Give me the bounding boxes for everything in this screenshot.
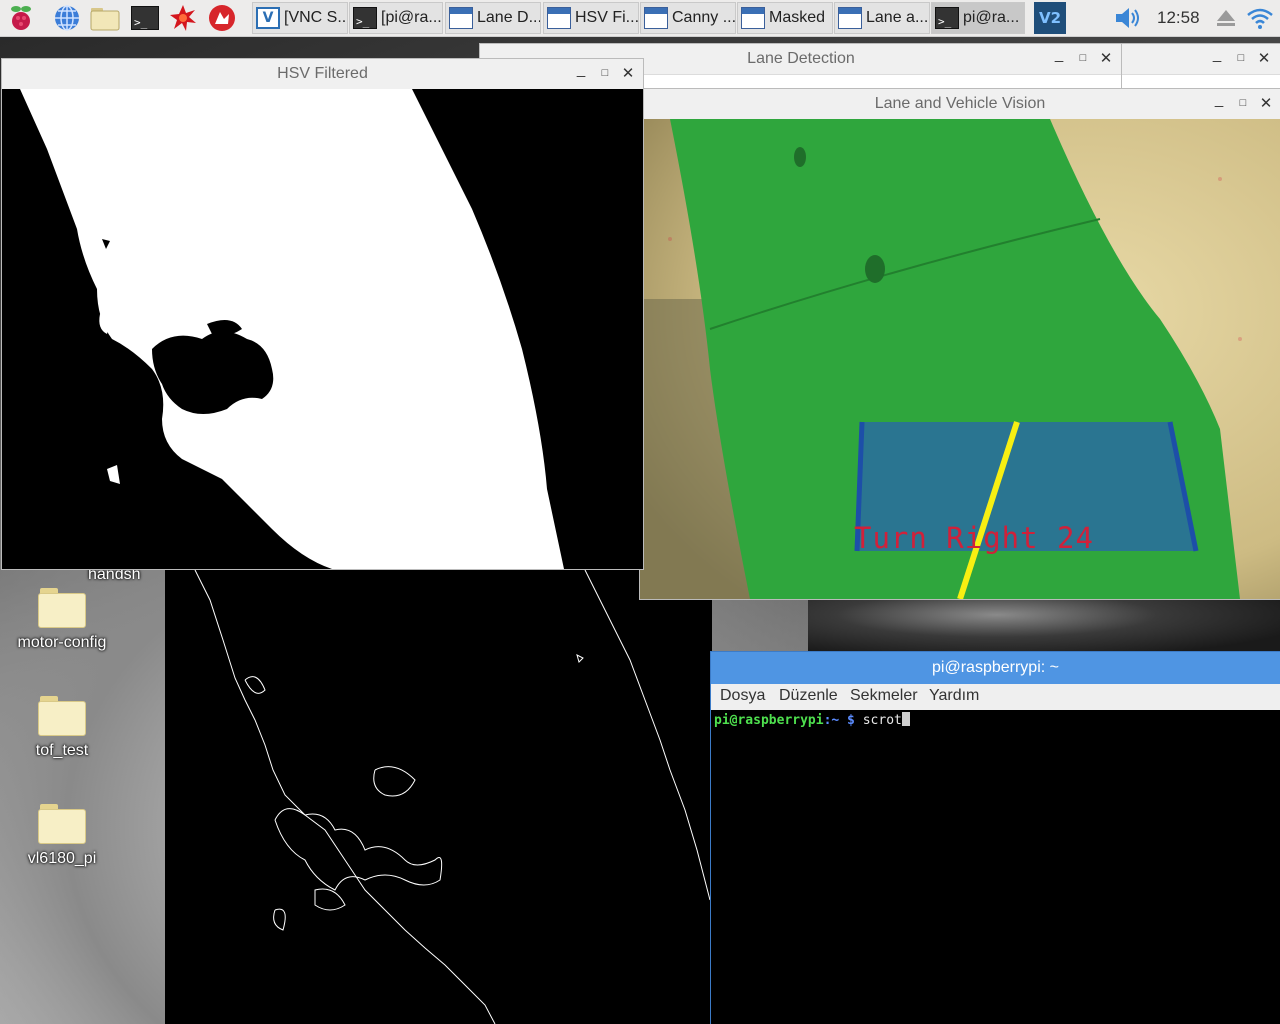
- window-title: HSV Filtered: [277, 65, 368, 82]
- prompt-user: pi@raspberrypi: [714, 713, 824, 728]
- hsv-mask-image: [2, 89, 643, 569]
- window-icon: [449, 7, 473, 29]
- window-title: Lane and Vehicle Vision: [874, 95, 1046, 112]
- steering-overlay-text: Turn Right 24: [854, 521, 1094, 555]
- minimize-button[interactable]: _: [1210, 91, 1228, 108]
- taskbar-button-label: [VNC S...: [284, 9, 348, 26]
- burst-app-icon[interactable]: [168, 3, 198, 33]
- taskbar-button-masked[interactable]: Masked: [737, 2, 833, 34]
- taskbar-button-label: Masked: [769, 9, 826, 26]
- maximize-button[interactable]: □: [1234, 97, 1252, 109]
- minimize-button[interactable]: _: [572, 61, 590, 78]
- taskbar-button-label: [pi@ra...: [381, 9, 442, 26]
- web-browser-icon[interactable]: [52, 3, 82, 33]
- minimize-button[interactable]: _: [1208, 46, 1226, 63]
- terminal-menubar: Dosya Düzenle Sekmeler Yardım: [711, 684, 1280, 711]
- taskbar: >_ V [VNC S... >_ [pi@ra... Lane D... HS…: [0, 0, 1280, 37]
- taskbar-button-label: Lane D...: [477, 9, 541, 26]
- canny-window[interactable]: [165, 560, 712, 1024]
- canny-edges-image: [194, 569, 711, 1024]
- lane-vehicle-titlebar[interactable]: Lane and Vehicle Vision _ □ ✕: [640, 89, 1280, 120]
- taskbar-button-lane-vehicle[interactable]: Lane a...: [834, 2, 930, 34]
- terminal-icon: >_: [353, 7, 377, 29]
- text-cursor: [901, 712, 910, 726]
- background-window-titlebar[interactable]: _ □ ✕: [1122, 44, 1280, 75]
- maximize-button[interactable]: □: [1074, 52, 1092, 64]
- desktop-item-label: motor-config: [17, 634, 107, 651]
- window-icon: [547, 7, 571, 29]
- taskbar-button-terminal-2[interactable]: >_ pi@ra...: [931, 2, 1025, 34]
- close-button[interactable]: ✕: [1255, 49, 1273, 67]
- menu-duzenle[interactable]: Düzenle: [779, 687, 838, 705]
- hsv-filtered-view: [2, 89, 643, 569]
- desktop-item-tof-test[interactable]: tof_test: [12, 696, 112, 760]
- desktop-item-vl6180-pi[interactable]: vl6180_pi: [12, 804, 112, 868]
- terminal-icon: >_: [935, 7, 959, 29]
- eject-icon[interactable]: [1211, 3, 1241, 33]
- taskbar-button-canny[interactable]: Canny ...: [640, 2, 736, 34]
- prompt-path: :~ $: [823, 713, 855, 728]
- folder-icon: [38, 588, 86, 628]
- menu-dosya[interactable]: Dosya: [720, 687, 765, 705]
- desktop-item-label: tof_test: [35, 742, 89, 759]
- window-icon: [838, 7, 862, 29]
- masked-image: [808, 598, 1280, 654]
- volume-icon[interactable]: [1113, 3, 1143, 33]
- terminal-icon[interactable]: >_: [130, 3, 160, 33]
- vnc-icon: V: [256, 7, 280, 29]
- wifi-icon[interactable]: [1245, 3, 1275, 33]
- close-button[interactable]: ✕: [1257, 94, 1275, 112]
- hsv-filtered-titlebar[interactable]: HSV Filtered _ □ ✕: [2, 59, 643, 90]
- minimize-button[interactable]: _: [1050, 46, 1068, 63]
- raspberry-menu-icon[interactable]: [6, 3, 36, 33]
- vnc-server-icon[interactable]: V2: [1034, 2, 1066, 34]
- maximize-button[interactable]: □: [596, 67, 614, 79]
- window-icon: [644, 7, 668, 29]
- terminal-glyph: >_: [131, 6, 159, 30]
- taskbar-button-lane-detection[interactable]: Lane D...: [445, 2, 541, 34]
- menu-yardim[interactable]: Yardım: [929, 687, 979, 705]
- taskbar-button-terminal-1[interactable]: >_ [pi@ra...: [349, 2, 443, 34]
- lane-vehicle-view: Turn Right 24: [640, 119, 1280, 599]
- maximize-button[interactable]: □: [1232, 52, 1250, 64]
- desktop-item-label: vl6180_pi: [27, 850, 97, 867]
- wolfram-icon[interactable]: [207, 3, 237, 33]
- taskbar-button-label: pi@ra...: [963, 9, 1020, 26]
- terminal-output[interactable]: pi@raspberrypi:~ $ scrot: [711, 710, 1280, 1024]
- lane-vehicle-window[interactable]: Lane and Vehicle Vision _ □ ✕ Turn Right…: [640, 89, 1280, 599]
- close-button[interactable]: ✕: [619, 64, 637, 82]
- hsv-filtered-window[interactable]: HSV Filtered _ □ ✕: [2, 59, 643, 569]
- taskbar-button-label: Canny ...: [672, 9, 736, 26]
- desktop-item-motor-config[interactable]: motor-config: [12, 588, 112, 652]
- close-button[interactable]: ✕: [1097, 49, 1115, 67]
- taskbar-button-hsv-filtered[interactable]: HSV Fi...: [543, 2, 639, 34]
- folder-icon: [38, 696, 86, 736]
- masked-window[interactable]: [808, 598, 1280, 654]
- clock[interactable]: 12:58: [1157, 8, 1200, 28]
- terminal-window[interactable]: pi@raspberrypi: ~ Dosya Düzenle Sekmeler…: [711, 652, 1280, 1024]
- file-manager-icon[interactable]: [90, 3, 120, 33]
- taskbar-button-label: Lane a...: [866, 9, 929, 26]
- folder-icon: [38, 804, 86, 844]
- menu-sekmeler[interactable]: Sekmeler: [850, 687, 918, 705]
- terminal-command: scrot: [862, 713, 902, 728]
- taskbar-button-label: HSV Fi...: [575, 9, 639, 26]
- taskbar-button-vnc[interactable]: V [VNC S...: [252, 2, 348, 34]
- window-icon: [741, 7, 765, 29]
- terminal-titlebar[interactable]: pi@raspberrypi: ~: [711, 652, 1280, 684]
